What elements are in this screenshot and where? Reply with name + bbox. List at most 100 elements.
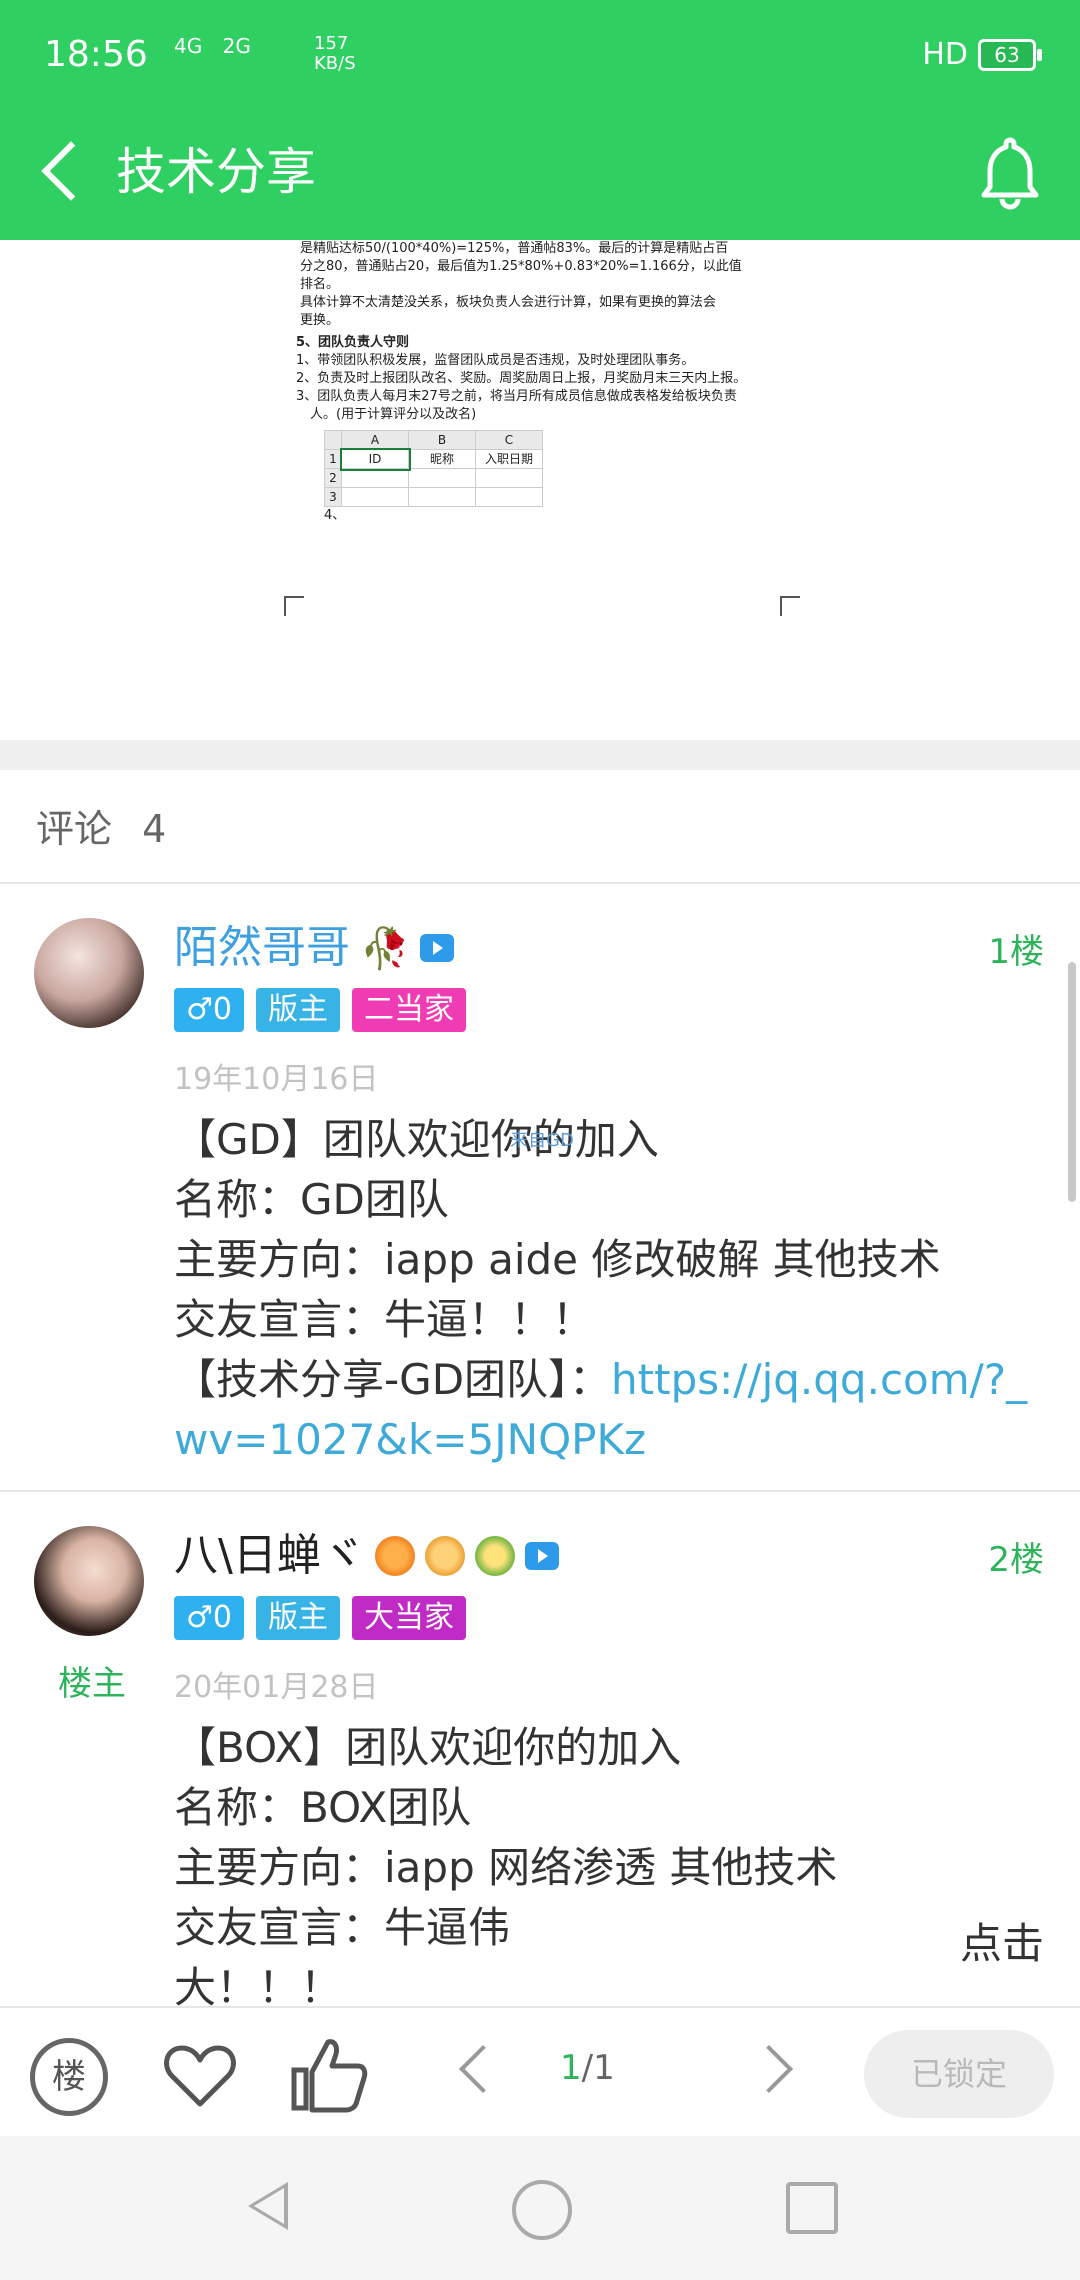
doc-line: 排名。	[300, 277, 340, 292]
doc-section-title: 5、团队负责人守则	[296, 335, 410, 350]
comments-header: 评论 4	[0, 770, 1080, 884]
medal-icon	[424, 1536, 465, 1576]
nav-recents-icon[interactable]	[786, 2182, 838, 2234]
network-speed-unit: KB/S	[314, 53, 356, 74]
thumbs-up-icon[interactable]	[288, 2032, 372, 2116]
comment-item: 楼主 八\日蝉ヾ 2楼 ♂0 版主 大当家 20年01月28日 【BOX】团队欢…	[0, 1492, 1080, 2012]
user-badges: ♂0 版主 二当家	[174, 988, 466, 1032]
bell-icon[interactable]	[970, 132, 1050, 212]
doc-rule: 1、带领团队积极发展，监督团队成员是否违规，及时处理团队事务。	[296, 353, 695, 368]
document-preview: 是精贴达标50/(100*40%)=125%，普通帖83%。最后的计算是精贴占百…	[0, 240, 1080, 740]
crop-corner-right	[780, 596, 800, 616]
comment-author[interactable]: 八\日蝉ヾ	[174, 1528, 365, 1584]
locked-button[interactable]: 已锁定	[864, 2030, 1054, 2118]
sheet-cell	[341, 487, 409, 507]
status-time: 18:56	[44, 34, 148, 75]
doc-item: 4、	[324, 508, 346, 523]
document-text: 是精贴达标50/(100*40%)=125%，普通帖83%。最后的计算是精贴占百…	[296, 240, 780, 525]
owner-tag: 楼主	[58, 1664, 126, 1704]
heart-icon[interactable]	[160, 2036, 240, 2116]
medal-icon	[374, 1536, 415, 1576]
doc-line: 是精贴达标50/(100*40%)=125%，普通帖83%。最后的计算是精贴占百	[300, 241, 729, 256]
doc-rule: 3、团队负责人每月末27号之前，将当月所有成员信息做成表格发给板块负责	[296, 389, 737, 404]
comment-item: 陌然哥哥 🥀 1楼 ♂0 版主 二当家 19年10月16日 【GD】团队欢迎你的…	[0, 884, 1080, 1492]
page-indicator: 1/1	[560, 2048, 615, 2088]
app-header: 18:56 4G 2G 157 KB/S HD 63 技术分享	[0, 0, 1080, 240]
doc-rule: 2、负责及时上报团队改名、奖励。周奖励周日上报，月奖励月末三天内上报。	[296, 371, 747, 386]
doc-rule: 人。(用于计算评分以及改名)	[310, 407, 477, 422]
floor-number: 2楼	[988, 1540, 1044, 1580]
watermark-text: 来自GD	[510, 1130, 574, 1151]
comment-date: 19年10月16日	[174, 1062, 379, 1097]
sheet-cell	[341, 468, 409, 488]
sheet-row-header: 1	[324, 449, 342, 469]
avatar[interactable]	[34, 918, 144, 1028]
comment-line: 名称：BOX团队	[174, 1783, 472, 1832]
comment-line: 交友宣言：牛逼伟	[174, 1903, 511, 1952]
rank-badge: 大当家	[351, 1596, 466, 1640]
battery-icon: 63	[978, 39, 1042, 71]
sheet-col-header: A	[341, 430, 409, 450]
section-divider	[0, 740, 1080, 770]
system-nav-bar	[0, 2136, 1080, 2280]
gender-badge: ♂0	[174, 988, 244, 1032]
video-icon	[419, 934, 454, 962]
sheet-row-header: 2	[324, 468, 342, 488]
crop-corner-left	[284, 596, 304, 616]
comments-label: 评论	[36, 807, 113, 851]
doc-line: 具体计算不太清楚没关系，板块负责人会进行计算，如果有更换的算法会	[300, 295, 717, 310]
nav-back-icon[interactable]	[248, 2182, 288, 2230]
title-bar: 技术分享	[0, 122, 1080, 222]
link-prefix: 【技术分享-GD团队】：	[174, 1355, 612, 1404]
bottom-action-bar: 楼 1/1 已锁定	[0, 2006, 1080, 2138]
network-speed: 157 KB/S	[314, 34, 356, 74]
user-badges: ♂0 版主 大当家	[174, 1596, 466, 1640]
comment-author[interactable]: 陌然哥哥	[174, 920, 350, 976]
comment-line: 名称：GD团队	[174, 1175, 449, 1224]
gender-badge: ♂0	[174, 1596, 244, 1640]
comment-line: 【BOX】团队欢迎你的加入	[174, 1723, 682, 1772]
sheet-cell: ID	[339, 447, 411, 471]
nav-home-icon[interactable]	[512, 2180, 572, 2240]
doc-spreadsheet: A B C 1 ID 昵称 入职日期 2 3	[324, 430, 543, 507]
comment-author-row: 八\日蝉ヾ	[174, 1528, 559, 1584]
floor-number: 1楼	[988, 932, 1044, 972]
sheet-cell	[475, 487, 543, 507]
signal-1-label: 4G	[174, 34, 203, 58]
avatar[interactable]	[34, 1526, 144, 1636]
hd-indicator: HD	[922, 37, 968, 72]
network-speed-value: 157	[314, 33, 349, 54]
signal-indicators: 4G 2G	[174, 36, 265, 56]
medal-icon	[474, 1536, 515, 1576]
sheet-col-header: B	[408, 430, 476, 450]
back-icon[interactable]	[40, 136, 80, 206]
sheet-col-header: C	[475, 430, 543, 450]
doc-line: 分之80，普通贴占20，最后值为1.25*80%+0.83*20%=1.166分…	[300, 259, 742, 274]
sheet-cell: 入职日期	[475, 449, 543, 469]
next-page-icon[interactable]	[744, 2044, 794, 2094]
comment-body: 【GD】团队欢迎你的加入 名称：GD团队 主要方向：iapp aide 修改破解…	[174, 1110, 1050, 1470]
comment-line: 主要方向：iapp 网络渗透 其他技术	[174, 1843, 838, 1892]
prev-page-icon[interactable]	[458, 2044, 508, 2094]
sheet-cell: 昵称	[408, 449, 476, 469]
comments-count: 4	[142, 807, 167, 851]
page-title: 技术分享	[116, 143, 316, 201]
comment-line: 【GD】团队欢迎你的加入	[174, 1115, 659, 1164]
rank-badge: 二当家	[351, 988, 466, 1032]
sheet-cell	[475, 468, 543, 488]
video-icon	[524, 1542, 559, 1570]
sheet-row-header: 3	[324, 487, 342, 507]
comment-line: 交友宣言：牛逼！！！	[174, 1295, 595, 1344]
signal-2-label: 2G	[222, 34, 251, 58]
comment-link-line: 【技术分享-GD团队】：https://jq.qq.com/?_wv=1027&…	[174, 1350, 1050, 1470]
sheet-cell	[408, 487, 476, 507]
doc-line: 更换。	[300, 313, 340, 328]
expand-link[interactable]: 点击	[960, 1910, 1044, 1971]
owner-only-button[interactable]: 楼	[30, 2038, 108, 2116]
sheet-corner	[324, 430, 342, 450]
total-pages: /1	[581, 2048, 615, 2088]
role-badge: 版主	[255, 1596, 340, 1640]
comment-body: 【BOX】团队欢迎你的加入 名称：BOX团队 主要方向：iapp 网络渗透 其他…	[174, 1718, 1050, 2018]
sheet-cell	[408, 468, 476, 488]
comment-date: 20年01月28日	[174, 1670, 379, 1705]
